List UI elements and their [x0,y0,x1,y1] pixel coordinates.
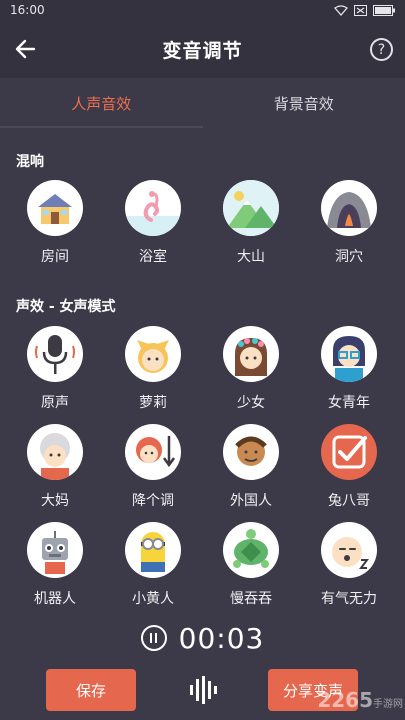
sleepy-face-icon [321,522,377,578]
foreigner-icon [223,424,279,480]
old-woman-icon [27,424,83,480]
effect-label: 浴室 [139,249,167,265]
effect-foreigner[interactable]: 外国人 [206,424,296,510]
save-button-label: 保存 [75,681,106,700]
tab-background-effects-label: 背景音效 [273,94,334,113]
effect-bathroom[interactable]: 浴室 [108,180,198,266]
tab-voice-effects-label: 人声音效 [71,94,132,113]
bottom-actions: 保存 分享变声 2265手游网 [0,666,405,716]
effect-label: 大妈 [41,493,69,509]
pause-button[interactable] [140,625,167,651]
help-label: ? [377,41,386,58]
effect-label: 房间 [41,249,69,265]
woman-glasses-icon [321,326,377,382]
cave-icon [321,180,377,236]
effect-cave[interactable]: 洞穴 [304,180,394,266]
section-title-reverb: 混响 [16,154,44,170]
waveform-icon[interactable] [186,674,218,706]
status-time: 16:00 [10,3,45,17]
effect-room[interactable]: 房间 [10,180,100,266]
watermark-site: 手游网 [373,699,403,710]
effect-robot[interactable]: 机器人 [10,522,100,608]
effect-mountain[interactable]: 大山 [206,180,296,266]
effect-label: 降个调 [132,493,174,509]
flamingo-icon [125,180,181,236]
effect-label: 原声 [41,395,69,411]
effect-label: 洞穴 [335,249,363,265]
girl-flower-crown-icon [223,326,279,382]
mountain-icon [223,180,279,236]
section-title-voice: 声效 - 女声模式 [16,299,116,315]
effect-pitch-down[interactable]: 降个调 [108,424,198,510]
effect-auntie[interactable]: 大妈 [10,424,100,510]
pause-icon [150,633,153,643]
microphone-icon [27,326,83,382]
effect-original[interactable]: 原声 [10,326,100,412]
effect-label: 机器人 [34,591,76,607]
tab-background-effects[interactable]: 背景音效 [203,78,405,128]
effect-label: 大山 [237,249,265,265]
watermark-brand: 2265 [317,688,373,712]
title-bar: 变音调节 ? [0,20,405,78]
effect-slow[interactable]: 慢吞吞 [206,522,296,608]
player-bar: 00:03 [0,618,405,658]
battery-icon [373,4,395,16]
effect-young-girl[interactable]: 少女 [206,326,296,412]
effect-loli[interactable]: 萝莉 [108,326,198,412]
house-icon [27,180,83,236]
robot-icon [27,522,83,578]
watermark: 2265手游网 [317,688,403,712]
effect-label: 小黄人 [132,591,174,607]
effect-bugs-bunny[interactable]: 兔八哥 [304,424,394,510]
pause-icon [155,633,158,643]
wifi-icon [334,4,348,16]
effect-label: 慢吞吞 [230,591,272,607]
effect-label: 少女 [237,395,265,411]
back-arrow-icon[interactable] [12,35,40,63]
page-title: 变音调节 [162,39,243,62]
save-button[interactable]: 保存 [46,669,136,711]
effect-weary[interactable]: 有气无力 [304,522,394,608]
turtle-icon [223,522,279,578]
effect-label: 有气无力 [321,591,377,607]
effect-young-woman[interactable]: 女青年 [304,326,394,412]
tab-bar: 人声音效 背景音效 [0,78,405,128]
elapsed-time: 00:03 [178,621,265,655]
checkmark-icon [321,424,377,480]
effect-minion[interactable]: 小黄人 [108,522,198,608]
effect-label: 萝莉 [139,395,167,411]
tab-voice-effects[interactable]: 人声音效 [0,78,203,128]
effect-label: 兔八哥 [328,493,370,509]
pitch-down-icon [125,424,181,480]
minion-icon [125,522,181,578]
effect-label: 外国人 [230,493,272,509]
help-icon[interactable]: ? [370,38,393,61]
status-bar: 16:00 [0,0,405,20]
sim-icon [354,4,367,16]
girl-cat-ears-icon [125,326,181,382]
effect-label: 女青年 [328,395,370,411]
